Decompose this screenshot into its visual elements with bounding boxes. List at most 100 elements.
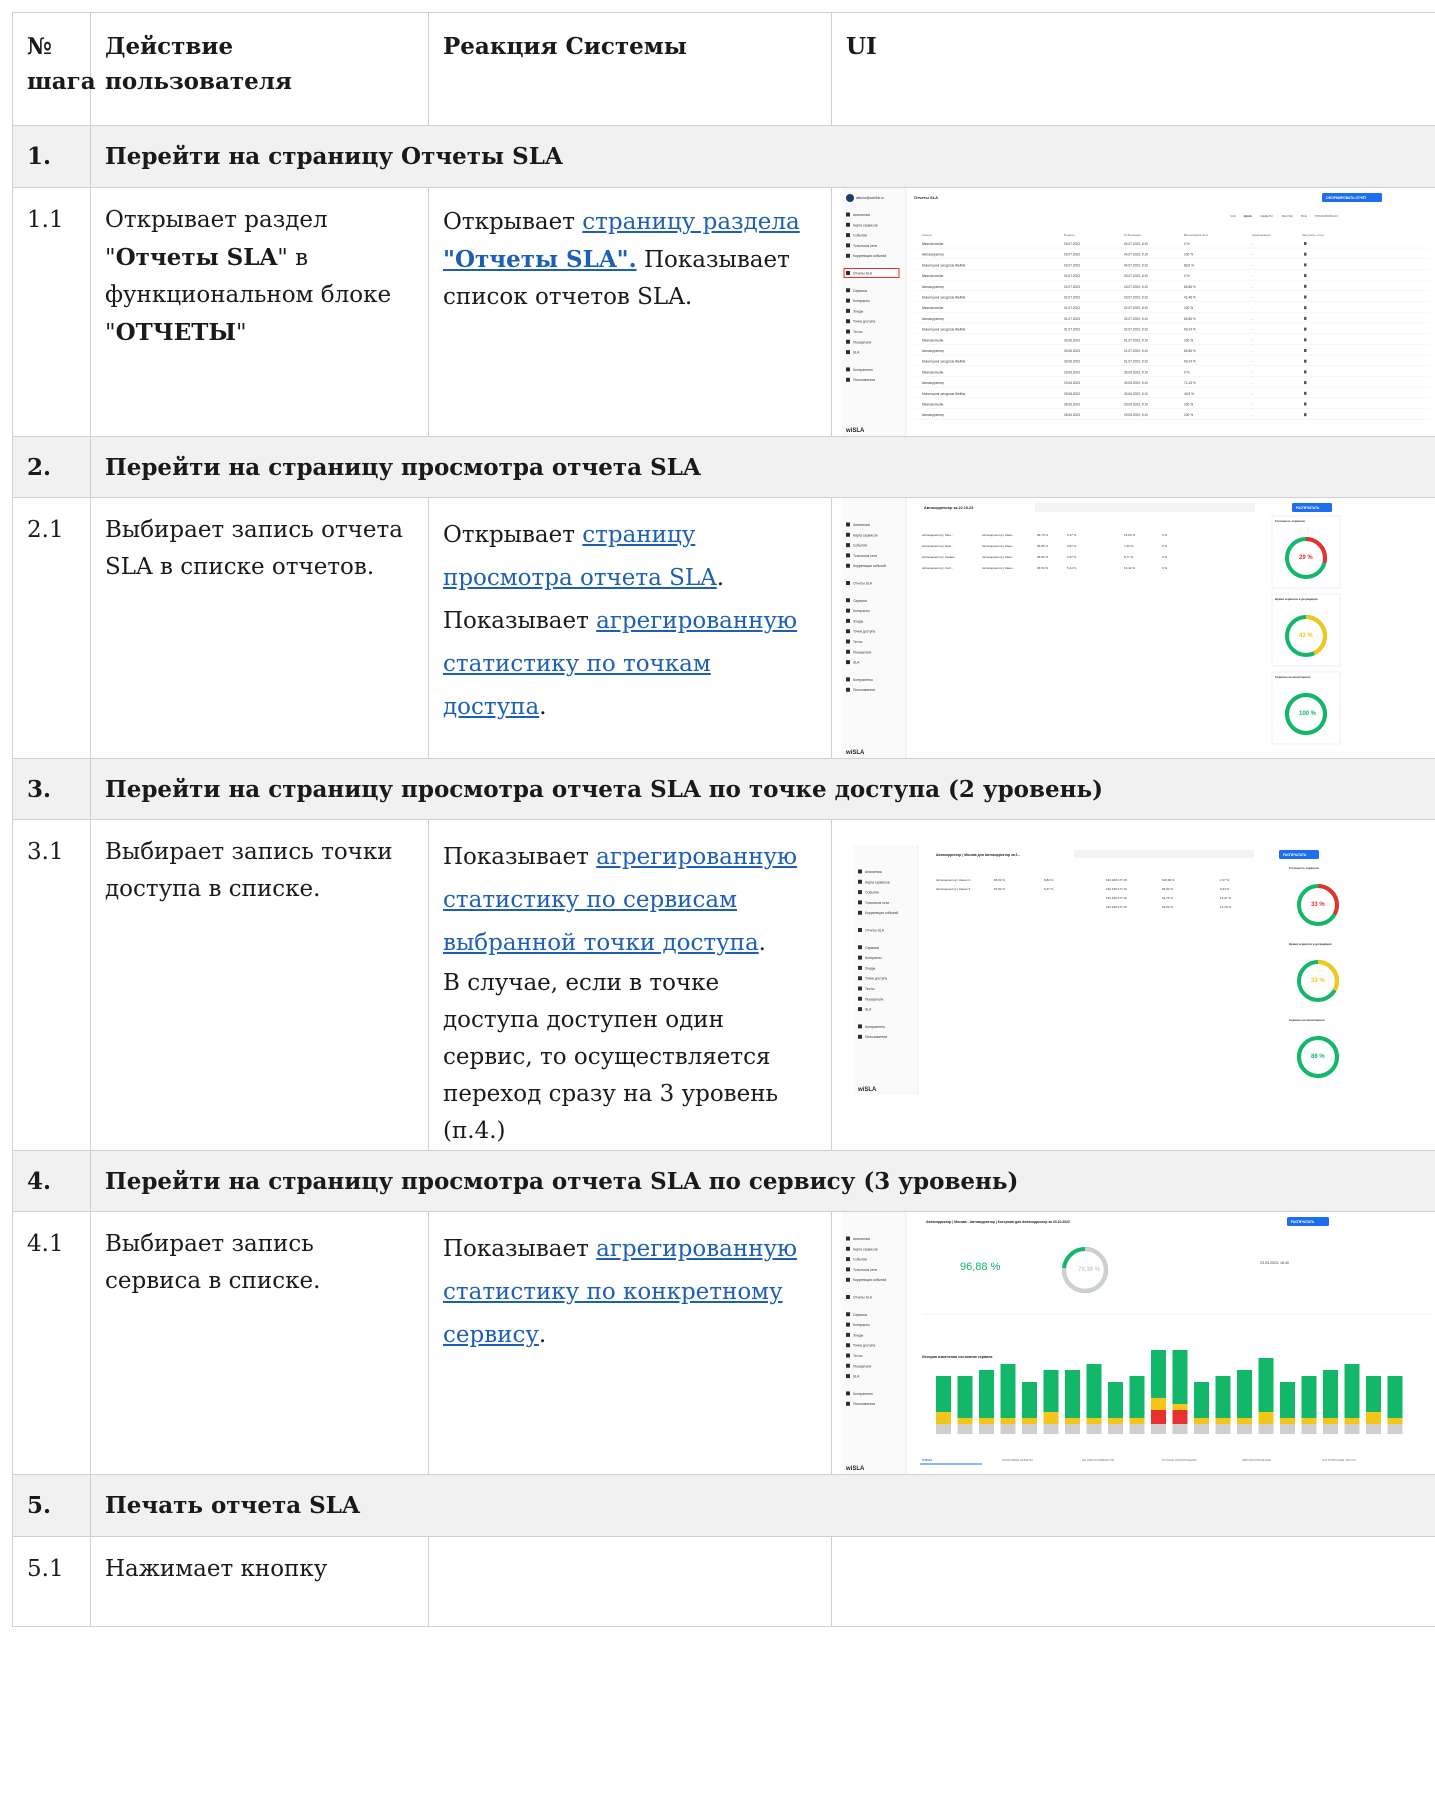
mini-cell: Miranda-media xyxy=(922,403,943,407)
step-title: Печать отчета SLA xyxy=(90,1474,1435,1537)
table-row: 3.1 Выбирает запись точки доступа в спис… xyxy=(12,819,1435,1151)
mini-cell: Автокорректор | Казань xyxy=(922,555,955,559)
mini-cell: 96,79 % xyxy=(1037,533,1048,537)
mini-cell: 0 % xyxy=(1162,533,1168,537)
step-title: Перейти на страницу просмотра отчета SLA xyxy=(90,436,1435,498)
mini-col-header: Период xyxy=(1064,233,1075,237)
mini-menu-item: Аналитика xyxy=(853,213,870,217)
mini-menu-item: Точки доступа xyxy=(853,320,875,324)
mini-cell: 100,00 % xyxy=(1162,878,1175,882)
mini-menu-icon xyxy=(846,367,850,372)
mini-page-title: Автокорректор | Москва для Автокорректор… xyxy=(936,853,1020,857)
link-reports-sla[interactable]: "Отчеты SLA". xyxy=(443,246,637,273)
mini-menu-icon xyxy=(846,649,850,654)
mini-cell: 03.07.2023 xyxy=(1064,263,1080,267)
mini-cell: 3,67 % xyxy=(1067,544,1077,548)
mini-col-header: Выполнение SLA xyxy=(1184,233,1208,237)
link-reports-page[interactable]: страницу раздела xyxy=(582,209,799,235)
mini-cell: 28.06.2023 xyxy=(1064,413,1080,417)
mini-col-header: Клиент xyxy=(922,233,932,237)
mini-menu-icon xyxy=(858,900,862,905)
mini-menu-icon xyxy=(846,1277,850,1282)
mini-bar-grey xyxy=(1387,1424,1403,1434)
mini-menu-icon xyxy=(846,243,850,248)
mini-availability-value: 96,88 % xyxy=(960,1261,1001,1273)
substep-number: 1.1 xyxy=(12,187,91,437)
mini-menu-icon xyxy=(846,1363,850,1368)
scenario-table: № шага Действие пользователя Реакция Сис… xyxy=(12,12,1435,1627)
step-row-1: 1. Перейти на страницу Отчеты SLA xyxy=(12,125,1435,188)
mini-bg xyxy=(832,820,1435,1140)
step-number: 5. xyxy=(12,1474,91,1537)
mini-menu-icon xyxy=(846,608,850,613)
mini-cell: 28.06.2023 xyxy=(1064,403,1080,407)
mini-menu-item: Топология сети xyxy=(853,554,877,558)
mini-bar-grey xyxy=(1172,1424,1188,1434)
mini-cell: - xyxy=(1252,296,1253,300)
mini-menu-item: Карта сервисов xyxy=(853,1247,878,1251)
mini-menu-icon xyxy=(846,377,850,382)
step-number: 3. xyxy=(12,758,91,820)
mini-bar-yellow xyxy=(1065,1418,1080,1424)
mini-bar-green xyxy=(1387,1376,1403,1418)
mini-bar-yellow xyxy=(1129,1418,1145,1424)
mini-period-tab: МЕСЯЦ xyxy=(1282,214,1294,218)
mini-donut-value: 100 % xyxy=(1299,711,1317,717)
ui-screenshot-3: Аналитика Карта сервисов События Топология … xyxy=(831,819,1435,1151)
mini-cell: Автокорректор xyxy=(922,413,944,417)
mini-menu-item: Топология сети xyxy=(865,901,889,905)
mini-bar-green xyxy=(1151,1350,1166,1398)
mini-cell: 6,84 % xyxy=(1044,878,1054,882)
mini-cell: Автокорректор | Мон... xyxy=(922,533,954,537)
mini-search xyxy=(1035,503,1255,512)
mini-cell: Miranda-media xyxy=(922,274,943,278)
mini-menu-icon xyxy=(846,233,850,238)
mini-cell: Мониторинг ресурсов Wellink xyxy=(922,328,966,332)
mini-cell: Автокорректор xyxy=(922,253,944,257)
mini-menu-item: SLA xyxy=(853,351,860,355)
mini-bar-yellow xyxy=(1086,1418,1102,1424)
mini-cell: 02.07.2023 xyxy=(1064,274,1080,278)
mini-menu-icon xyxy=(846,298,850,303)
mini-bar-yellow xyxy=(1323,1418,1338,1424)
mini-cell: 82,86 % xyxy=(1184,349,1196,353)
mini-tab: ОТКАЗ xyxy=(922,1458,932,1462)
mini-cell: 100 % xyxy=(1184,403,1193,407)
system-reaction-cell xyxy=(428,1536,832,1627)
table-row: 5.1 Нажимает кнопку xyxy=(12,1536,1435,1627)
mini-menu-item: Карта сервисов xyxy=(853,223,878,227)
mini-page-title: Отчеты SLA xyxy=(914,195,938,200)
mini-download-icon xyxy=(1304,295,1307,299)
mini-cell: - xyxy=(1252,306,1253,310)
substep-number: 2.1 xyxy=(12,497,91,759)
mini-tab: НАГРУЗОЧНЫЕ ТЕСТЫ xyxy=(1322,1458,1356,1462)
mini-bar-yellow xyxy=(936,1412,951,1424)
table-row: 1.1 Открывает раздел "Отчеты SLA" в функ… xyxy=(12,187,1435,437)
mini-menu-icon xyxy=(846,543,850,548)
mini-bar-yellow xyxy=(1258,1412,1274,1424)
mini-cell: 02.07.2023, 0:10 xyxy=(1124,328,1148,332)
mini-menu-icon xyxy=(846,1322,850,1327)
mini-menu-icon xyxy=(846,687,850,692)
mini-cell: 96,83 % xyxy=(994,878,1005,882)
mini-cell: Автокорректор | Кана... xyxy=(982,544,1014,548)
mini-menu-icon xyxy=(846,1353,850,1358)
mini-brand-logo: wiSLA xyxy=(845,750,865,756)
mini-cell: Мониторинг ресурсов Wellink xyxy=(922,263,966,267)
mini-col-header: Загрузить отчет xyxy=(1302,233,1325,237)
mini-bar-grey xyxy=(979,1424,994,1434)
mini-menu-icon xyxy=(858,928,862,932)
mini-bar-green xyxy=(1065,1370,1080,1418)
header-user-action: Действие пользователя xyxy=(90,12,429,126)
mini-menu-icon xyxy=(858,945,862,950)
single-service-note: В случае, если в точке доступа доступен … xyxy=(443,970,779,1144)
mini-avatar xyxy=(846,194,854,202)
mini-download-icon xyxy=(1304,306,1307,310)
mini-bar-yellow xyxy=(979,1418,994,1424)
mini-menu-icon xyxy=(846,1246,850,1251)
mini-cell: Автокорректор | Канал 3... xyxy=(936,887,973,891)
mini-bar-green xyxy=(1043,1370,1059,1412)
mini-cell: 13,15 % xyxy=(1220,905,1231,909)
mini-cell: 02.07.2023, 0:10 xyxy=(1124,306,1148,310)
mini-cell: - xyxy=(1252,381,1253,385)
